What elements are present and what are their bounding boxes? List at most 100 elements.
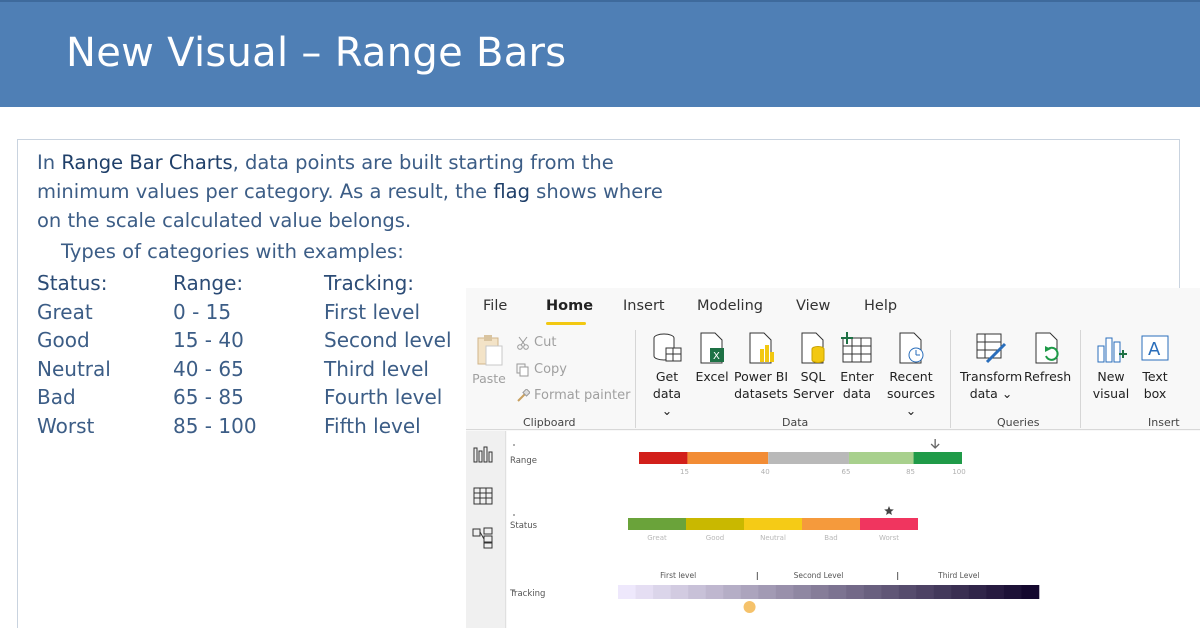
tracking-cell bbox=[653, 585, 671, 599]
visual-bullet bbox=[513, 514, 515, 516]
tab-insert[interactable]: Insert bbox=[623, 298, 665, 314]
tab-home[interactable]: Home bbox=[546, 298, 593, 314]
transform-label-2: data ⌄ bbox=[969, 386, 1013, 401]
tab-view[interactable]: View bbox=[796, 298, 830, 314]
status-column: Status: Great Good Neutral Bad Worst bbox=[37, 269, 111, 441]
range-bars-visual[interactable]: Range 15 40 65 85 100 Status Great Good Neutral Ba… bbox=[507, 431, 1200, 628]
tab-modeling[interactable]: Modeling bbox=[697, 298, 763, 314]
enter-data-button[interactable]: Enter data bbox=[837, 332, 877, 402]
tracking-item: Fourth level bbox=[324, 385, 443, 410]
paste-button[interactable]: Paste bbox=[471, 334, 507, 387]
status-item: Good bbox=[37, 328, 90, 353]
status-row-label: Status bbox=[510, 521, 538, 531]
tracking-cell bbox=[758, 585, 777, 599]
paintbrush-icon bbox=[517, 387, 531, 402]
status-band-label: Bad bbox=[824, 534, 838, 542]
copy-button[interactable]: Copy bbox=[516, 359, 567, 381]
active-tab-indicator bbox=[546, 322, 586, 325]
data-view-icon[interactable] bbox=[472, 485, 494, 507]
paste-label: Paste bbox=[472, 371, 506, 386]
tracking-level-label: Second Level bbox=[794, 571, 844, 580]
status-item: Great bbox=[37, 299, 93, 324]
slide-title: New Visual – Range Bars bbox=[66, 30, 567, 76]
tracking-column-header: Tracking: bbox=[324, 271, 414, 295]
sql-server-icon bbox=[801, 332, 825, 364]
excel-icon: X bbox=[700, 332, 724, 364]
range-item: 0 - 15 bbox=[173, 299, 232, 324]
slide-header: New Visual – Range Bars bbox=[0, 0, 1200, 107]
view-rail bbox=[466, 431, 506, 628]
format-painter-button[interactable]: Format painter bbox=[516, 385, 630, 407]
group-separator bbox=[1080, 330, 1081, 428]
tracking-cell bbox=[1021, 585, 1040, 599]
text-box-button[interactable]: A Text box bbox=[1136, 332, 1174, 402]
tracking-cell bbox=[863, 585, 882, 599]
recent-sources-icon bbox=[899, 332, 924, 364]
text-box-icon: A bbox=[1141, 335, 1169, 361]
slide: New Visual – Range Bars In Range Bar Cha… bbox=[0, 0, 1200, 628]
sql-server-button[interactable]: SQL Server bbox=[793, 332, 834, 402]
enter-label-2: data bbox=[842, 386, 872, 401]
svg-text:X: X bbox=[713, 351, 720, 362]
group-separator bbox=[635, 330, 636, 428]
transform-data-button[interactable]: Transform data ⌄ bbox=[960, 332, 1022, 402]
status-band bbox=[802, 518, 860, 530]
report-view-icon[interactable] bbox=[472, 443, 494, 465]
down-arrow-icon bbox=[930, 439, 940, 449]
tracking-item: Fifth level bbox=[324, 413, 421, 438]
table-add-icon bbox=[841, 332, 872, 363]
status-band-label: Neutral bbox=[760, 534, 786, 542]
tracking-level-label: First level bbox=[660, 571, 696, 580]
refresh-button[interactable]: Refresh bbox=[1024, 332, 1072, 385]
cut-button[interactable]: Cut bbox=[516, 332, 556, 354]
new-visual-icon bbox=[1097, 337, 1127, 363]
tracking-cell bbox=[951, 585, 970, 599]
tracking-cell bbox=[705, 585, 724, 599]
visual-bullet bbox=[513, 444, 515, 446]
range-band bbox=[848, 452, 914, 464]
tracking-cell bbox=[723, 585, 742, 599]
tracking-cell bbox=[968, 585, 987, 599]
cut-label: Cut bbox=[534, 335, 557, 350]
status-band-label: Good bbox=[706, 534, 724, 542]
recent-label-1: Recent bbox=[889, 369, 933, 384]
recent-sources-button[interactable]: Recent sources ⌄ bbox=[881, 332, 941, 419]
refresh-label: Refresh bbox=[1024, 369, 1072, 384]
range-band bbox=[687, 452, 769, 464]
tracking-item: Second level bbox=[324, 328, 452, 353]
report-canvas: Range 15 40 65 85 100 Status Great Good Neutral Ba… bbox=[507, 431, 1200, 628]
range-item: 40 - 65 bbox=[173, 356, 244, 381]
format-painter-label: Format painter bbox=[534, 388, 631, 403]
copy-icon bbox=[516, 363, 529, 376]
ribbon: Paste Cut Copy Format painter Clipboard … bbox=[466, 328, 1200, 430]
enter-label-1: Enter bbox=[840, 369, 874, 384]
excel-button[interactable]: X Excel bbox=[694, 332, 730, 385]
refresh-icon bbox=[1035, 332, 1059, 364]
range-item: 15 - 40 bbox=[173, 328, 244, 353]
range-band bbox=[913, 452, 962, 464]
intro-line-1: In Range Bar Charts, data points are bui… bbox=[37, 151, 614, 174]
intro-line-3: on the scale calculated value belongs. bbox=[37, 209, 412, 232]
model-view-icon[interactable] bbox=[472, 527, 494, 549]
svg-text:A: A bbox=[1148, 339, 1161, 360]
status-band-label: Great bbox=[647, 534, 667, 542]
status-item: Worst bbox=[37, 413, 95, 438]
clipboard-group-label: Clipboard bbox=[523, 416, 576, 429]
range-tick-label: 85 bbox=[906, 468, 915, 476]
tracking-cell bbox=[916, 585, 935, 599]
powerbi-window: File Home Insert Modeling View Help Past… bbox=[466, 288, 1200, 628]
status-band-label: Worst bbox=[879, 534, 899, 542]
powerbi-label-1: Power BI bbox=[733, 369, 789, 384]
tracking-cell bbox=[846, 585, 864, 599]
powerbi-datasets-button[interactable]: Power BI datasets bbox=[733, 332, 789, 402]
tracking-cell bbox=[635, 585, 654, 599]
new-visual-button[interactable]: New visual bbox=[1091, 332, 1131, 402]
database-icon bbox=[653, 333, 682, 362]
status-band bbox=[744, 518, 802, 530]
text-box-label-2: box bbox=[1143, 386, 1167, 401]
get-data-button[interactable]: Get data ⌄ bbox=[646, 332, 688, 419]
get-data-label-2: data ⌄ bbox=[652, 386, 682, 418]
range-band bbox=[768, 452, 849, 464]
tab-help[interactable]: Help bbox=[864, 298, 897, 314]
tab-file[interactable]: File bbox=[483, 298, 507, 314]
